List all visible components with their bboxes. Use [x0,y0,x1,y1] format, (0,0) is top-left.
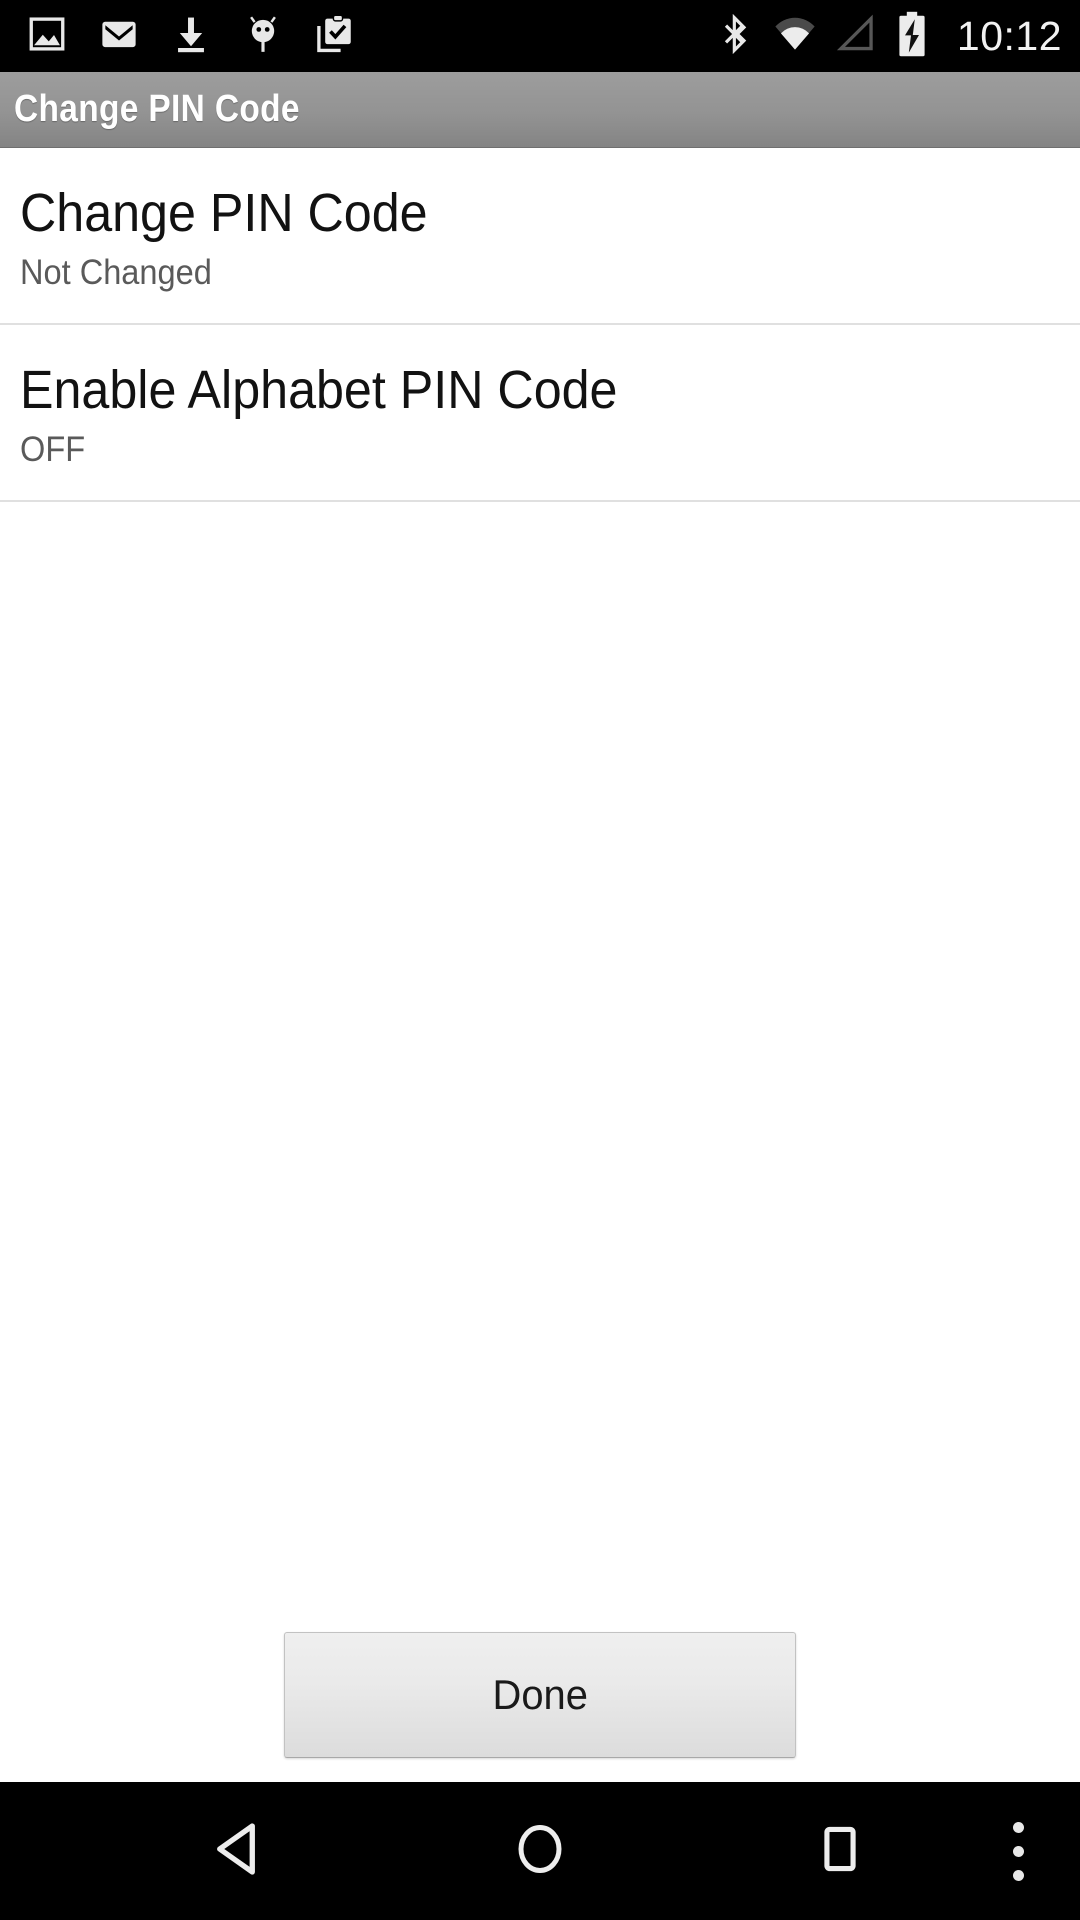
content-area: Change PIN Code Not Changed Enable Alpha… [0,148,1080,1782]
preference-summary: Not Changed [20,253,212,293]
cellular-signal-icon [835,14,877,59]
bluetooth-icon [715,13,755,59]
recents-square-icon [812,1821,868,1882]
back-triangle-icon [208,1817,272,1886]
status-bar: 10:12 [0,0,1080,72]
back-button[interactable] [150,1782,330,1920]
page-title: Change PIN Code [14,88,300,130]
done-button-label: Done [492,1671,588,1718]
footer-button-bar: Done [0,1632,1080,1782]
wifi-icon [773,14,817,59]
home-button[interactable] [450,1782,630,1920]
download-icon [170,13,212,60]
overflow-dots-icon [1012,1821,1024,1881]
android-screen: 10:12 Change PIN Code Change PIN Code No… [0,0,1080,1920]
status-bar-left-icons [0,13,356,60]
clipboard-check-icon [314,13,356,60]
status-bar-clock: 10:12 [956,12,1062,59]
android-debug-icon [242,13,284,60]
system-navigation-bar [0,1782,1080,1920]
preference-title: Enable Alphabet PIN Code [20,359,618,420]
home-circle-icon [510,1819,570,1884]
overflow-menu-button[interactable] [960,1782,1076,1920]
done-button[interactable]: Done [284,1632,796,1758]
battery-charging-icon [895,11,929,62]
preference-summary: OFF [20,430,86,470]
status-bar-right-icons: 10:12 [715,0,1062,72]
preference-title: Change PIN Code [20,183,428,243]
recents-button[interactable] [750,1782,930,1920]
preference-list: Change PIN Code Not Changed Enable Alpha… [0,148,1080,502]
image-icon [26,13,68,60]
gmail-icon [98,13,140,60]
preference-item-enable-alphabet-pin-code[interactable]: Enable Alphabet PIN Code OFF [0,324,1080,502]
app-title-bar: Change PIN Code [0,72,1080,148]
preference-item-change-pin-code[interactable]: Change PIN Code Not Changed [0,148,1080,325]
